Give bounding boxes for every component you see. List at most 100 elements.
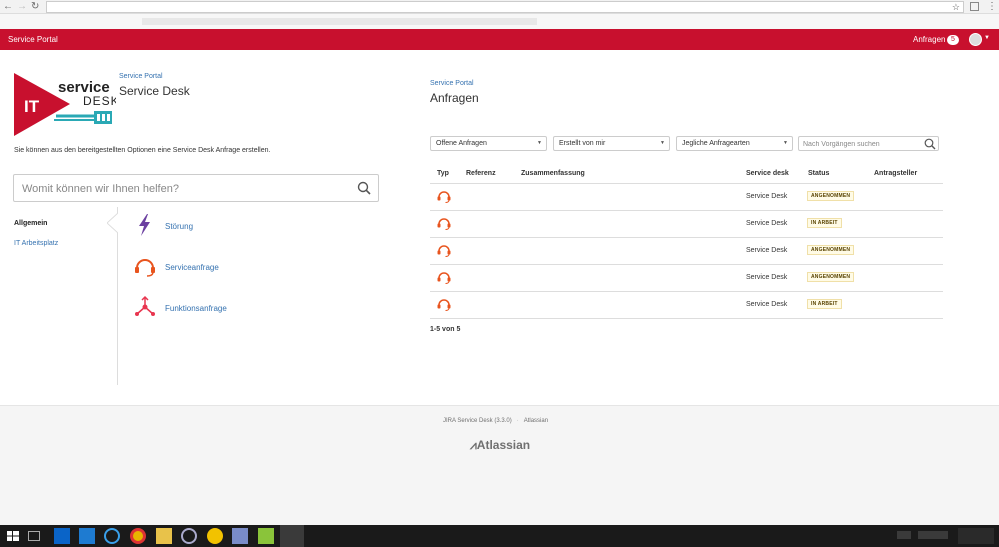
headset-icon xyxy=(437,299,451,311)
service-desk-cell: Service Desk xyxy=(746,193,788,200)
windows-start-icon[interactable] xyxy=(5,528,21,544)
svg-text:IT: IT xyxy=(24,97,40,116)
portal-link[interactable]: Service Portal xyxy=(8,35,58,44)
request-type-feature[interactable]: Funktionsanfrage xyxy=(133,295,293,321)
extension-icon[interactable] xyxy=(970,2,979,11)
app-e-icon[interactable] xyxy=(79,528,95,544)
edge-icon[interactable] xyxy=(104,528,120,544)
column-header-status[interactable]: Status xyxy=(808,170,829,177)
help-search-input[interactable] xyxy=(22,181,342,196)
column-header-type[interactable]: Typ xyxy=(437,170,449,177)
chrome-icon[interactable] xyxy=(130,528,146,544)
product-link[interactable]: JIRA Service Desk (3.3.0) xyxy=(443,418,512,424)
active-app-icon[interactable] xyxy=(280,525,304,547)
status-badge: ANGENOMMEN xyxy=(807,272,855,282)
address-bar[interactable]: ☆ xyxy=(46,1,964,13)
app-icon[interactable] xyxy=(258,528,274,544)
forward-icon[interactable]: → xyxy=(17,1,27,13)
column-header-reference[interactable]: Referenz xyxy=(466,170,496,177)
divider xyxy=(117,207,118,385)
user-avatar[interactable] xyxy=(969,33,982,46)
column-header-summary[interactable]: Zusammenfassung xyxy=(521,170,585,177)
request-type-service[interactable]: Serviceanfrage xyxy=(133,254,293,280)
status-badge: ANGENOMMEN xyxy=(807,245,855,255)
result-count: 1-5 von 5 xyxy=(430,326,461,333)
app-icon[interactable] xyxy=(207,528,223,544)
service-desk-cell: Service Desk xyxy=(746,274,788,281)
status-badge: IN ARBEIT xyxy=(807,218,842,228)
request-type-label: Serviceanfrage xyxy=(165,263,219,272)
footer: JIRA Service Desk (3.3.0) · Atlassian ⩘Atl… xyxy=(0,405,999,525)
table-row[interactable]: Service Desk ANGENOMMEN xyxy=(430,183,943,210)
requests-count-badge: 5 xyxy=(947,35,959,45)
star-icon[interactable]: ☆ xyxy=(952,2,960,13)
help-search[interactable] xyxy=(13,174,379,202)
clock[interactable] xyxy=(958,528,994,544)
file-explorer-icon[interactable] xyxy=(156,528,172,544)
atlassian-mark-icon: ⩘ xyxy=(470,438,477,452)
reload-icon[interactable]: ↻ xyxy=(31,1,39,13)
issue-search[interactable] xyxy=(798,136,939,151)
breadcrumb[interactable]: Service Portal xyxy=(430,80,474,87)
outlook-icon[interactable] xyxy=(54,528,70,544)
service-desk-logo: IT service DESK xyxy=(14,73,116,136)
bookmark-item[interactable] xyxy=(142,18,537,25)
category-general[interactable]: Allgemein xyxy=(14,220,47,227)
intro-text: Sie können aus den bereitgestellten Opti… xyxy=(14,147,271,154)
status-badge: IN ARBEIT xyxy=(807,299,842,309)
main-content: IT service DESK Service Portal Service D… xyxy=(0,50,999,405)
chevron-down-icon: ▼ xyxy=(660,140,665,146)
tray-icon[interactable] xyxy=(918,531,948,539)
search-icon[interactable] xyxy=(357,181,371,195)
table-row[interactable]: Service Desk IN ARBEIT xyxy=(430,210,943,237)
footer-separator: · xyxy=(516,418,519,424)
category-it-workplace[interactable]: IT Arbeitsplatz xyxy=(14,240,58,247)
request-type-label: Störung xyxy=(165,222,194,231)
service-desk-cell: Service Desk xyxy=(746,301,788,308)
tray-icon[interactable] xyxy=(897,531,911,539)
atlassian-logo[interactable]: ⩘Atlassian xyxy=(470,438,530,453)
vendor-link[interactable]: Atlassian xyxy=(524,418,548,424)
filter-creator-dropdown[interactable]: Erstellt von mir ▼ xyxy=(553,136,670,151)
lightning-icon xyxy=(139,214,150,236)
filter-type-dropdown[interactable]: Jegliche Anfragearten ▼ xyxy=(676,136,793,151)
page-title: Service Desk xyxy=(119,84,190,98)
headset-icon xyxy=(437,245,451,257)
chevron-down-icon: ▼ xyxy=(783,140,788,146)
requests-title: Anfragen xyxy=(430,91,479,105)
headset-icon xyxy=(135,259,155,277)
breadcrumb[interactable]: Service Portal xyxy=(119,73,163,80)
feature-request-icon xyxy=(135,295,155,316)
bookmarks-bar xyxy=(0,14,999,29)
back-icon[interactable]: ← xyxy=(3,1,13,13)
search-icon[interactable] xyxy=(924,138,936,150)
headset-icon xyxy=(437,272,451,284)
menu-icon[interactable]: ⋮ xyxy=(987,1,997,13)
request-type-incident[interactable]: Störung xyxy=(133,213,293,239)
filter-status-dropdown[interactable]: Offene Anfragen ▼ xyxy=(430,136,547,151)
requests-link[interactable]: Anfragen xyxy=(913,35,945,44)
table-row[interactable]: Service Desk IN ARBEIT xyxy=(430,291,943,318)
active-category-pointer xyxy=(107,213,118,233)
status-badge: ANGENOMMEN xyxy=(807,191,855,201)
chevron-down-icon: ▼ xyxy=(537,140,542,146)
service-desk-cell: Service Desk xyxy=(746,220,788,227)
task-view-icon[interactable] xyxy=(28,531,40,541)
column-header-service-desk[interactable]: Service desk xyxy=(746,170,789,177)
browser-toolbar: ← → ↻ ☆ ⋮ xyxy=(0,0,999,14)
os-taskbar xyxy=(0,525,999,547)
table-row[interactable]: Service Desk ANGENOMMEN xyxy=(430,264,943,291)
top-navigation: Service Portal Anfragen 5 ▼ xyxy=(0,29,999,50)
headset-icon xyxy=(437,191,451,203)
table-row[interactable]: Service Desk ANGENOMMEN xyxy=(430,237,943,264)
request-type-label: Funktionsanfrage xyxy=(165,304,227,313)
app-icon[interactable] xyxy=(232,528,248,544)
column-header-requester[interactable]: Antragsteller xyxy=(874,170,917,177)
headset-icon xyxy=(437,218,451,230)
svg-text:DESK: DESK xyxy=(83,94,116,108)
issue-search-input[interactable] xyxy=(803,139,918,149)
app-icon[interactable] xyxy=(181,528,197,544)
row-divider xyxy=(430,318,943,319)
service-desk-cell: Service Desk xyxy=(746,247,788,254)
chevron-down-icon[interactable]: ▼ xyxy=(984,35,990,41)
